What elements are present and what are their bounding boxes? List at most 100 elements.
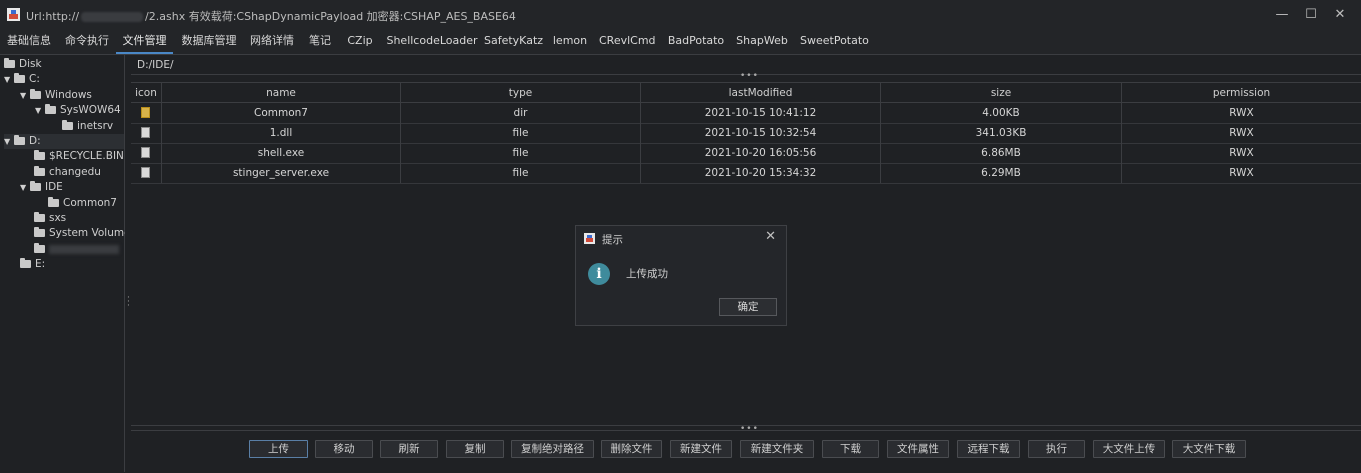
folder-icon	[34, 150, 45, 160]
large-file-upload-button[interactable]: 大文件上传	[1093, 440, 1165, 458]
expand-triangle-icon[interactable]: ▼	[4, 134, 14, 149]
tree-node-windows[interactable]: ▼ Windows	[20, 88, 92, 103]
tab-safetykatz[interactable]: SafetyKatz	[484, 30, 543, 52]
size-cell: 6.29MB	[881, 163, 1122, 183]
expand-triangle-icon[interactable]: ▼	[20, 180, 30, 195]
tab-shellcodeloader[interactable]: ShellcodeLoader	[386, 30, 478, 52]
tree-node-common7[interactable]: Common7	[48, 196, 117, 211]
tree-node-sxs[interactable]: sxs	[34, 211, 66, 226]
tree-node-inetsrv[interactable]: inetsrv	[62, 119, 113, 134]
tree-node-ide[interactable]: ▼ IDE	[20, 180, 63, 195]
tab-database[interactable]: 数据库管理	[180, 30, 238, 52]
title-bar: Url:http:// /2.ashx 有效载荷:CShapDynamicPayl…	[0, 0, 1361, 30]
file-icon	[141, 147, 150, 158]
java-app-icon	[584, 233, 595, 244]
expand-triangle-icon[interactable]: ▼	[35, 103, 45, 118]
window-title: Url:http:// /2.ashx 有效载荷:CShapDynamicPayl…	[26, 8, 516, 24]
folder-icon	[62, 120, 73, 130]
tree-node-recycle-bin[interactable]: $RECYCLE.BIN	[34, 149, 124, 164]
icon-cell	[131, 163, 162, 183]
lastmodified-cell: 2021-10-20 16:05:56	[641, 143, 881, 163]
tree-node-c[interactable]: ▼ C:	[4, 72, 40, 87]
window-title-suffix: /2.ashx 有效载荷:CShapDynamicPayload 加密器:CSH…	[145, 10, 516, 23]
redacted-host	[81, 12, 144, 22]
column-header-name[interactable]: name	[162, 83, 401, 103]
tree-label: $RECYCLE.BIN	[49, 150, 124, 162]
tree-label: C:	[29, 73, 40, 85]
tree-node-e[interactable]: E:	[20, 257, 45, 272]
maximize-button[interactable]: ☐	[1297, 4, 1325, 26]
folder-icon	[141, 107, 150, 118]
path-input[interactable]: D:/IDE/	[137, 59, 174, 71]
folder-icon	[20, 258, 31, 268]
type-cell: file	[401, 143, 641, 163]
tree-node-system-volume[interactable]: System Volume	[34, 226, 131, 241]
table-row[interactable]: stinger_server.exe file 2021-10-20 15:34…	[131, 163, 1361, 184]
tab-network[interactable]: 网络详情	[247, 30, 297, 52]
tree-label: IDE	[45, 181, 63, 193]
remote-download-button[interactable]: 远程下载	[957, 440, 1020, 458]
tab-command-exec[interactable]: 命令执行	[62, 30, 112, 52]
column-header-type[interactable]: type	[401, 83, 641, 103]
file-icon	[141, 167, 150, 178]
folder-icon	[30, 181, 41, 191]
window-title-prefix: Url:http://	[26, 10, 80, 23]
delete-file-button[interactable]: 删除文件	[601, 440, 662, 458]
tab-file-manager[interactable]: 文件管理	[116, 30, 173, 54]
table-row[interactable]: 1.dll file 2021-10-15 10:32:54 341.03KB …	[131, 123, 1361, 144]
move-button[interactable]: 移动	[315, 440, 373, 458]
tree-label: System Volume	[49, 227, 131, 239]
tab-notes[interactable]: 笔记	[307, 30, 333, 52]
expand-triangle-icon[interactable]: ▼	[4, 72, 14, 87]
column-header-icon[interactable]: icon	[131, 83, 162, 103]
download-button[interactable]: 下载	[822, 440, 879, 458]
tree-root-disk[interactable]: Disk	[4, 57, 42, 72]
column-header-lastmodified[interactable]: lastModified	[641, 83, 881, 103]
dialog-ok-button[interactable]: 确定	[719, 298, 777, 316]
folder-icon	[34, 243, 45, 253]
lastmodified-cell: 2021-10-15 10:32:54	[641, 123, 881, 143]
table-row[interactable]: Common7 dir 2021-10-15 10:41:12 4.00KB R…	[131, 103, 1361, 124]
permission-cell: RWX	[1229, 167, 1254, 179]
tab-badpotato[interactable]: BadPotato	[667, 30, 725, 52]
tab-basic-info[interactable]: 基础信息	[4, 30, 54, 52]
minimize-button[interactable]: —	[1268, 4, 1296, 26]
icon-cell	[131, 143, 162, 163]
tree-node-redacted[interactable]	[34, 242, 119, 257]
column-header-size[interactable]: size	[881, 83, 1122, 103]
icon-cell	[131, 103, 162, 123]
large-file-download-button[interactable]: 大文件下载	[1172, 440, 1246, 458]
copy-button[interactable]: 复制	[446, 440, 504, 458]
table-row[interactable]: shell.exe file 2021-10-20 16:05:56 6.86M…	[131, 143, 1361, 164]
tab-sweetpotato[interactable]: SweetPotato	[800, 30, 869, 52]
refresh-button[interactable]: 刷新	[380, 440, 438, 458]
tab-shapweb[interactable]: ShapWeb	[735, 30, 789, 52]
tab-lemon[interactable]: lemon	[551, 30, 589, 52]
folder-icon	[34, 166, 45, 176]
execute-button[interactable]: 执行	[1028, 440, 1085, 458]
tree-label: E:	[35, 258, 46, 270]
tab-czip[interactable]: CZip	[343, 30, 377, 52]
folder-icon	[4, 58, 15, 68]
top-splitter-grip-icon[interactable]: •••	[740, 71, 759, 81]
new-folder-button[interactable]: 新建文件夹	[740, 440, 814, 458]
tree-label: Disk	[19, 58, 42, 70]
column-header-permission[interactable]: permission	[1122, 83, 1361, 103]
tree-node-syswow64[interactable]: ▼ SysWOW64	[35, 103, 121, 118]
tree-label: sxs	[49, 212, 67, 224]
close-window-button[interactable]: ✕	[1326, 4, 1354, 26]
copy-absolute-path-button[interactable]: 复制绝对路径	[511, 440, 594, 458]
expand-triangle-icon[interactable]: ▼	[20, 88, 30, 103]
tree-label: SysWOW64	[60, 104, 121, 116]
tree-node-d[interactable]: ▼ D:	[4, 134, 124, 149]
new-file-button[interactable]: 新建文件	[670, 440, 732, 458]
dialog-close-icon[interactable]: ✕	[765, 229, 776, 244]
size-cell: 341.03KB	[881, 123, 1122, 143]
upload-button[interactable]: 上传	[249, 440, 308, 458]
splitter-grip-icon[interactable]: · · ·	[127, 294, 130, 311]
permission-cell: RWX	[1229, 107, 1254, 119]
tree-node-changedu[interactable]: changedu	[34, 165, 101, 180]
name-cell: 1.dll	[162, 123, 401, 143]
tab-crevlcmd[interactable]: CRevlCmd	[599, 30, 656, 52]
file-properties-button[interactable]: 文件属性	[887, 440, 949, 458]
